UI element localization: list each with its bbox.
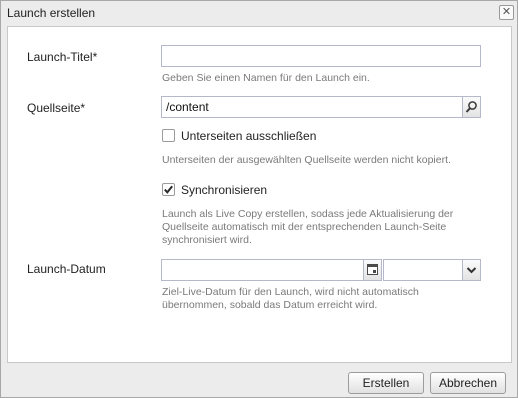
synchronize-help: Launch als Live Copy erstellen, sodass j…: [162, 208, 453, 247]
synchronize-label[interactable]: Synchronisieren: [181, 183, 267, 197]
source-page-input[interactable]: [161, 96, 463, 118]
launch-date-help-line: übernommen, sobald das Datum erreicht wi…: [162, 299, 378, 311]
create-button[interactable]: Erstellen: [348, 372, 424, 394]
chevron-down-icon: [466, 267, 477, 274]
search-icon: [465, 101, 477, 113]
launch-dialog: Launch erstellen ✕ Launch-Titel* Geben S…: [0, 0, 518, 398]
exclude-subpages-checkbox[interactable]: [162, 129, 175, 142]
required-mark: *: [92, 50, 98, 64]
launch-title-help: Geben Sie einen Namen für den Launch ein…: [162, 72, 370, 84]
browse-source-button[interactable]: [462, 96, 481, 118]
synchronize-checkbox[interactable]: [162, 183, 175, 196]
synchronize-help-line: synchronisiert wird.: [162, 234, 252, 246]
synchronize-help-line: Launch als Live Copy erstellen, sodass j…: [162, 208, 454, 220]
checkmark-icon: [164, 185, 173, 194]
source-page-label: Quellseite*: [27, 101, 85, 115]
launch-title-input[interactable]: [161, 45, 481, 67]
launch-time-input[interactable]: [383, 259, 463, 281]
launch-date-label: Launch-Datum: [27, 262, 106, 276]
dialog-titlebar[interactable]: Launch erstellen ✕: [1, 1, 517, 25]
launch-title-label-text: Launch-Titel: [27, 50, 93, 64]
time-dropdown-button[interactable]: [462, 259, 481, 281]
exclude-subpages-help: Unterseiten der ausgewählten Quellseite …: [162, 154, 451, 166]
close-button[interactable]: ✕: [499, 5, 514, 20]
required-mark: *: [80, 101, 86, 115]
dialog-title: Launch erstellen: [7, 6, 96, 20]
launch-title-label: Launch-Titel*: [27, 50, 97, 64]
close-icon: ✕: [501, 5, 512, 18]
synchronize-help-line: Quellseite automatisch mit der entsprech…: [162, 221, 447, 233]
cancel-button[interactable]: Abbrechen: [430, 372, 506, 394]
date-picker-button[interactable]: [363, 259, 382, 281]
calendar-icon: [367, 264, 378, 275]
launch-date-help-line: Ziel-Live-Datum für den Launch, wird nic…: [162, 286, 419, 298]
source-page-label-text: Quellseite: [27, 101, 81, 115]
launch-date-help: Ziel-Live-Datum für den Launch, wird nic…: [162, 286, 419, 312]
launch-date-input[interactable]: [161, 259, 364, 281]
exclude-subpages-label[interactable]: Unterseiten ausschließen: [181, 129, 316, 143]
